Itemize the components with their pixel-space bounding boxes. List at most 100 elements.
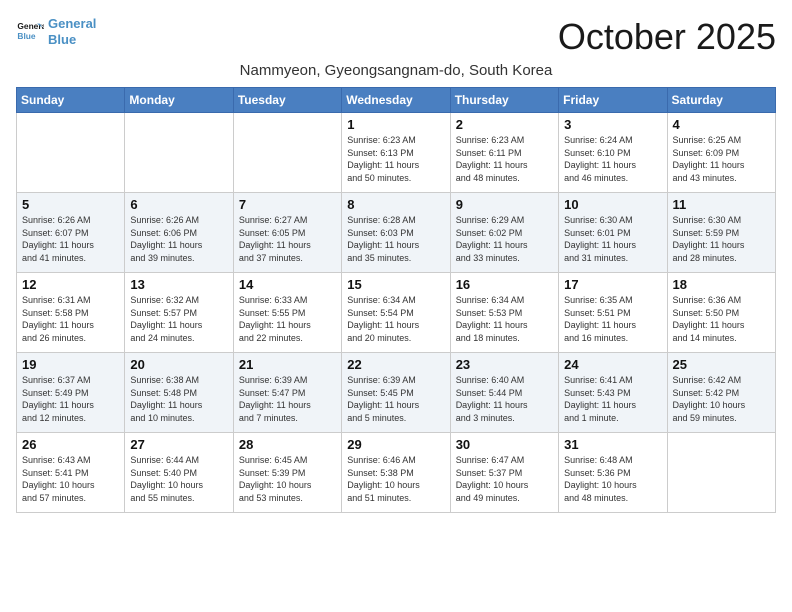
day-info: Sunrise: 6:24 AM Sunset: 6:10 PM Dayligh… — [564, 134, 661, 184]
day-info: Sunrise: 6:31 AM Sunset: 5:58 PM Dayligh… — [22, 294, 119, 344]
calendar-cell — [233, 113, 341, 193]
day-of-week-header: Friday — [559, 88, 667, 113]
day-number: 31 — [564, 437, 661, 452]
day-of-week-header: Wednesday — [342, 88, 450, 113]
calendar-week-row: 19 Sunrise: 6:37 AM Sunset: 5:49 PM Dayli… — [17, 353, 776, 433]
day-info: Sunrise: 6:35 AM Sunset: 5:51 PM Dayligh… — [564, 294, 661, 344]
day-info: Sunrise: 6:38 AM Sunset: 5:48 PM Dayligh… — [130, 374, 227, 424]
calendar-cell — [125, 113, 233, 193]
calendar-cell: 18 Sunrise: 6:36 AM Sunset: 5:50 PM Dayli… — [667, 273, 775, 353]
header: General Blue GeneralBlue October 2025 — [16, 16, 776, 58]
day-number: 16 — [456, 277, 553, 292]
day-info: Sunrise: 6:37 AM Sunset: 5:49 PM Dayligh… — [22, 374, 119, 424]
day-number: 7 — [239, 197, 336, 212]
calendar-cell: 21Sunrise: 6:39 AM Sunset: 5:47 PM Dayli… — [233, 353, 341, 433]
day-info: Sunrise: 6:23 AM Sunset: 6:13 PM Dayligh… — [347, 134, 444, 184]
calendar-cell: 29 Sunrise: 6:46 AM Sunset: 5:38 PM Dayli… — [342, 433, 450, 513]
day-number: 8 — [347, 197, 444, 212]
day-number: 26 — [22, 437, 119, 452]
day-info: Sunrise: 6:36 AM Sunset: 5:50 PM Dayligh… — [673, 294, 770, 344]
calendar-cell: 14 Sunrise: 6:33 AM Sunset: 5:55 PM Dayli… — [233, 273, 341, 353]
day-info: Sunrise: 6:29 AM Sunset: 6:02 PM Dayligh… — [456, 214, 553, 264]
day-info: Sunrise: 6:34 AM Sunset: 5:54 PM Dayligh… — [347, 294, 444, 344]
day-info: Sunrise: 6:44 AM Sunset: 5:40 PM Dayligh… — [130, 454, 227, 504]
calendar-cell: 4 Sunrise: 6:25 AM Sunset: 6:09 PM Daylig… — [667, 113, 775, 193]
day-number: 5 — [22, 197, 119, 212]
calendar-cell — [667, 433, 775, 513]
day-info: Sunrise: 6:39 AM Sunset: 5:47 PM Dayligh… — [239, 374, 336, 424]
day-of-week-header: Thursday — [450, 88, 558, 113]
svg-text:Blue: Blue — [17, 31, 35, 41]
calendar-week-row: 12 Sunrise: 6:31 AM Sunset: 5:58 PM Dayli… — [17, 273, 776, 353]
calendar-cell: 9 Sunrise: 6:29 AM Sunset: 6:02 PM Daylig… — [450, 193, 558, 273]
day-number: 4 — [673, 117, 770, 132]
day-number: 28 — [239, 437, 336, 452]
month-title: October 2025 — [558, 16, 776, 58]
day-info: Sunrise: 6:45 AM Sunset: 5:39 PM Dayligh… — [239, 454, 336, 504]
svg-text:General: General — [17, 21, 44, 31]
day-info: Sunrise: 6:28 AM Sunset: 6:03 PM Dayligh… — [347, 214, 444, 264]
day-number: 10 — [564, 197, 661, 212]
day-info: Sunrise: 6:41 AM Sunset: 5:43 PM Dayligh… — [564, 374, 661, 424]
day-info: Sunrise: 6:26 AM Sunset: 6:06 PM Dayligh… — [130, 214, 227, 264]
day-info: Sunrise: 6:46 AM Sunset: 5:38 PM Dayligh… — [347, 454, 444, 504]
calendar-week-row: 1 Sunrise: 6:23 AM Sunset: 6:13 PM Daylig… — [17, 113, 776, 193]
day-of-week-header: Monday — [125, 88, 233, 113]
day-number: 25 — [673, 357, 770, 372]
calendar-cell: 31 Sunrise: 6:48 AM Sunset: 5:36 PM Dayli… — [559, 433, 667, 513]
day-number: 12 — [22, 277, 119, 292]
day-info: Sunrise: 6:39 AM Sunset: 5:45 PM Dayligh… — [347, 374, 444, 424]
day-info: Sunrise: 6:42 AM Sunset: 5:42 PM Dayligh… — [673, 374, 770, 424]
day-number: 14 — [239, 277, 336, 292]
calendar-cell: 13Sunrise: 6:32 AM Sunset: 5:57 PM Dayli… — [125, 273, 233, 353]
day-number: 2 — [456, 117, 553, 132]
calendar-cell: 25 Sunrise: 6:42 AM Sunset: 5:42 PM Dayli… — [667, 353, 775, 433]
calendar-header-row: SundayMondayTuesdayWednesdayThursdayFrid… — [17, 88, 776, 113]
calendar-cell: 5Sunrise: 6:26 AM Sunset: 6:07 PM Daylig… — [17, 193, 125, 273]
calendar-cell: 8 Sunrise: 6:28 AM Sunset: 6:03 PM Daylig… — [342, 193, 450, 273]
calendar-cell: 27Sunrise: 6:44 AM Sunset: 5:40 PM Dayli… — [125, 433, 233, 513]
calendar-cell: 22 Sunrise: 6:39 AM Sunset: 5:45 PM Dayli… — [342, 353, 450, 433]
day-number: 29 — [347, 437, 444, 452]
calendar-cell: 1 Sunrise: 6:23 AM Sunset: 6:13 PM Daylig… — [342, 113, 450, 193]
day-info: Sunrise: 6:48 AM Sunset: 5:36 PM Dayligh… — [564, 454, 661, 504]
day-info: Sunrise: 6:30 AM Sunset: 6:01 PM Dayligh… — [564, 214, 661, 264]
day-number: 22 — [347, 357, 444, 372]
day-number: 1 — [347, 117, 444, 132]
day-number: 19 — [22, 357, 119, 372]
calendar-cell: 23Sunrise: 6:40 AM Sunset: 5:44 PM Dayli… — [450, 353, 558, 433]
day-of-week-header: Sunday — [17, 88, 125, 113]
calendar-week-row: 26Sunrise: 6:43 AM Sunset: 5:41 PM Dayli… — [17, 433, 776, 513]
day-of-week-header: Saturday — [667, 88, 775, 113]
day-info: Sunrise: 6:30 AM Sunset: 5:59 PM Dayligh… — [673, 214, 770, 264]
day-number: 11 — [673, 197, 770, 212]
day-info: Sunrise: 6:34 AM Sunset: 5:53 PM Dayligh… — [456, 294, 553, 344]
day-number: 30 — [456, 437, 553, 452]
calendar-cell: 2 Sunrise: 6:23 AM Sunset: 6:11 PM Daylig… — [450, 113, 558, 193]
day-info: Sunrise: 6:27 AM Sunset: 6:05 PM Dayligh… — [239, 214, 336, 264]
day-number: 9 — [456, 197, 553, 212]
calendar-cell: 3 Sunrise: 6:24 AM Sunset: 6:10 PM Daylig… — [559, 113, 667, 193]
calendar-cell: 17 Sunrise: 6:35 AM Sunset: 5:51 PM Dayli… — [559, 273, 667, 353]
day-info: Sunrise: 6:23 AM Sunset: 6:11 PM Dayligh… — [456, 134, 553, 184]
calendar-cell: 19 Sunrise: 6:37 AM Sunset: 5:49 PM Dayli… — [17, 353, 125, 433]
day-info: Sunrise: 6:47 AM Sunset: 5:37 PM Dayligh… — [456, 454, 553, 504]
day-number: 3 — [564, 117, 661, 132]
calendar-cell: 6Sunrise: 6:26 AM Sunset: 6:06 PM Daylig… — [125, 193, 233, 273]
calendar-cell: 10 Sunrise: 6:30 AM Sunset: 6:01 PM Dayli… — [559, 193, 667, 273]
calendar-cell: 28 Sunrise: 6:45 AM Sunset: 5:39 PM Dayli… — [233, 433, 341, 513]
calendar-cell: 20Sunrise: 6:38 AM Sunset: 5:48 PM Dayli… — [125, 353, 233, 433]
day-number: 15 — [347, 277, 444, 292]
day-info: Sunrise: 6:40 AM Sunset: 5:44 PM Dayligh… — [456, 374, 553, 424]
calendar-cell: 12 Sunrise: 6:31 AM Sunset: 5:58 PM Dayli… — [17, 273, 125, 353]
day-number: 18 — [673, 277, 770, 292]
day-info: Sunrise: 6:32 AM Sunset: 5:57 PM Dayligh… — [130, 294, 227, 344]
day-info: Sunrise: 6:25 AM Sunset: 6:09 PM Dayligh… — [673, 134, 770, 184]
calendar-cell: 16 Sunrise: 6:34 AM Sunset: 5:53 PM Dayli… — [450, 273, 558, 353]
calendar-cell: 30 Sunrise: 6:47 AM Sunset: 5:37 PM Dayli… — [450, 433, 558, 513]
calendar-cell: 11 Sunrise: 6:30 AM Sunset: 5:59 PM Dayli… — [667, 193, 775, 273]
day-info: Sunrise: 6:33 AM Sunset: 5:55 PM Dayligh… — [239, 294, 336, 344]
day-number: 17 — [564, 277, 661, 292]
day-number: 24 — [564, 357, 661, 372]
day-of-week-header: Tuesday — [233, 88, 341, 113]
